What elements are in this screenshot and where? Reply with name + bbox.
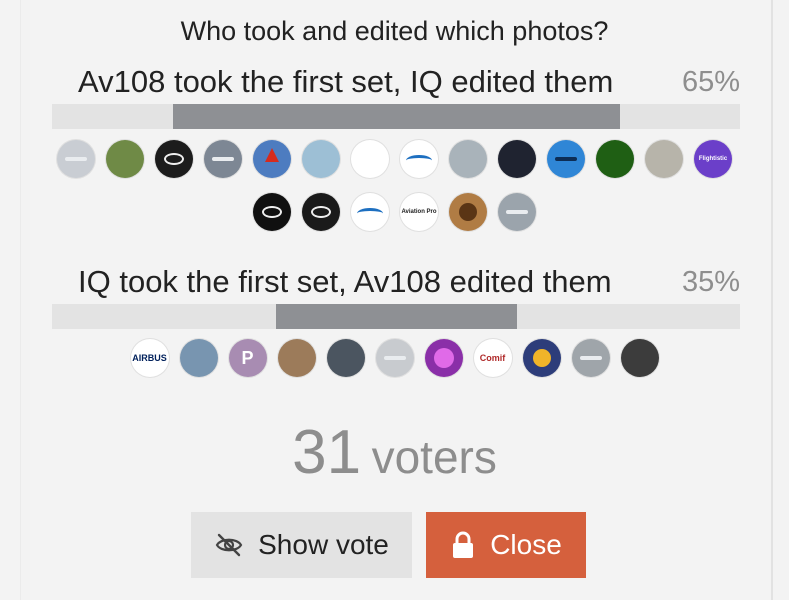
poll-option-1-voters-row-2: Aviation Pro (0, 193, 789, 231)
avatar-swoosh-logo-icon[interactable] (351, 193, 389, 231)
poll-option-2-bar-fill (276, 304, 517, 329)
show-vote-button[interactable]: Show vote (191, 512, 412, 578)
avatar-infinity-logo-icon[interactable] (155, 140, 193, 178)
avatar-shore-icon[interactable] (645, 140, 683, 178)
avatar-comif-logo-icon[interactable]: Comif (473, 339, 512, 377)
close-poll-button[interactable]: Close (426, 512, 586, 578)
avatar-dark-feather-icon[interactable] (498, 140, 536, 178)
avatar-jet-blue-icon[interactable] (547, 140, 585, 178)
avatar-wave-logo-icon[interactable] (400, 140, 438, 178)
avatar-apron-icon[interactable] (571, 339, 610, 377)
avatar-letter-p-icon[interactable]: P (228, 339, 267, 377)
panel-left-edge (20, 0, 21, 600)
avatar-text: AIRBUS (132, 353, 167, 363)
avatar-lufthansa-icon[interactable] (522, 339, 561, 377)
avatar-wing-icon[interactable] (449, 140, 487, 178)
poll-option-2-bar (52, 304, 740, 329)
avatar-airliner-icon[interactable] (57, 140, 95, 178)
avatar-aviation-pro-icon[interactable]: Aviation Pro (400, 193, 438, 231)
avatar-propeller-icon[interactable] (253, 193, 291, 231)
poll-option-1-percent: 65% (681, 66, 740, 98)
avatar-engine-icon[interactable] (326, 339, 365, 377)
avatar-portrait-icon[interactable] (620, 339, 659, 377)
avatar-text: Comif (479, 353, 506, 363)
avatar-tarmac-icon[interactable] (498, 193, 536, 231)
panel-right-edge (771, 0, 773, 600)
voters-count: 31 voters (0, 418, 789, 504)
avatar-airport-icon[interactable] (302, 140, 340, 178)
avatar-window-icon[interactable] (179, 339, 218, 377)
avatar-bread-icon[interactable] (449, 193, 487, 231)
voters-number: 31 (292, 418, 362, 487)
avatar-green-dot-icon[interactable] (596, 140, 634, 178)
poll-option-1-bar (52, 104, 740, 129)
avatar-flightistic-icon[interactable]: Flightistic (694, 140, 732, 178)
avatar-cat-icon[interactable] (277, 339, 316, 377)
avatar-text: P (241, 347, 254, 368)
poll-option-2-percent: 35% (681, 266, 740, 298)
poll-option-2[interactable]: IQ took the first set, Av108 edited them… (52, 262, 740, 302)
lock-icon (450, 530, 476, 560)
avatar-text: Aviation Pro (401, 209, 437, 215)
avatar-airliner-grey-icon[interactable] (375, 339, 414, 377)
avatar-plane-runway-icon[interactable] (204, 140, 242, 178)
avatar-cybbro-icon[interactable] (302, 193, 340, 231)
poll-option-2-voters-row: AIRBUS P Comif (0, 339, 789, 377)
poll-option-1-voters-row-1: Flightistic (0, 140, 789, 178)
voters-label: voters (371, 431, 497, 483)
avatar-bird-sketch-icon[interactable] (351, 140, 389, 178)
close-label: Close (490, 529, 562, 560)
avatar-goat-icon[interactable] (106, 140, 144, 178)
show-vote-label: Show vote (258, 529, 389, 560)
avatar-canada-flag-icon[interactable] (253, 140, 291, 178)
poll-option-1-label: Av108 took the first set, IQ edited them (78, 64, 614, 99)
poll-option-1-bar-fill (173, 104, 620, 129)
poll-option-2-label: IQ took the first set, Av108 edited them (78, 264, 612, 299)
eye-slash-icon (214, 533, 244, 557)
avatar-text: Flightistic (698, 156, 728, 162)
poll-option-1[interactable]: Av108 took the first set, IQ edited them… (52, 62, 740, 102)
avatar-purple-swirl-icon[interactable] (424, 339, 463, 377)
poll-question: Who took and edited which photos? (180, 16, 609, 46)
avatar-airbus-logo-icon[interactable]: AIRBUS (130, 339, 169, 377)
